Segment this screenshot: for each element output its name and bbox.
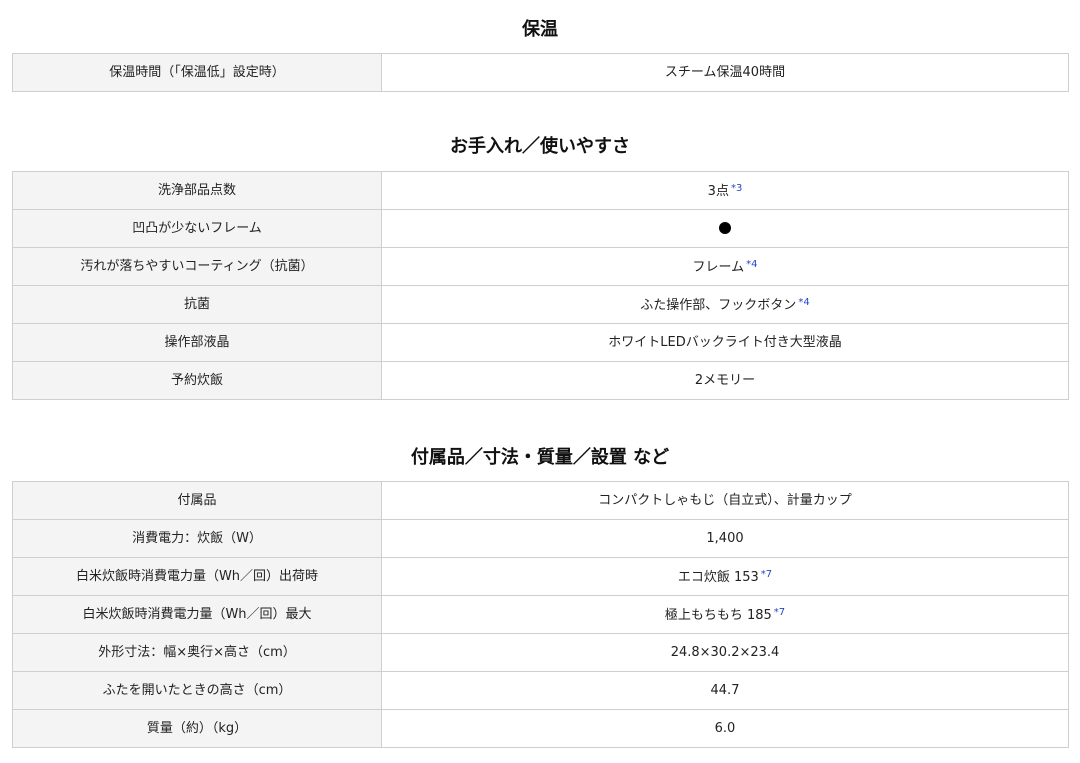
spec-page: 保温 保温時間（「保温低」設定時） スチーム保温40時間 お手入れ／使いやすさ … bbox=[0, 0, 1080, 763]
row-value bbox=[381, 209, 1069, 248]
table-row: 凹凸が少ないフレーム bbox=[12, 209, 1069, 248]
table-row: 洗浄部品点数 3点 *3 bbox=[12, 171, 1069, 210]
spec-table-care-usability: 洗浄部品点数 3点 *3 凹凸が少ないフレーム 汚れが落ちやすいコーティング（抗菌… bbox=[12, 171, 1069, 400]
row-label: 白米炊飯時消費電力量（Wh／回）出荷時 bbox=[12, 557, 382, 596]
row-value: 3点 *3 bbox=[381, 171, 1069, 210]
row-value: 44.7 bbox=[381, 671, 1069, 710]
footnote-link[interactable]: *3 bbox=[731, 183, 742, 194]
row-label: 白米炊飯時消費電力量（Wh／回）最大 bbox=[12, 595, 382, 634]
row-label: 予約炊飯 bbox=[12, 361, 382, 400]
table-row: 付属品 コンパクトしゃもじ（自立式）、計量カップ bbox=[12, 481, 1069, 520]
row-value: エコ炊飯 153 *7 bbox=[381, 557, 1069, 596]
row-value: フレーム *4 bbox=[381, 247, 1069, 286]
row-label: 質量（約）（kg） bbox=[12, 709, 382, 748]
row-value: スチーム保温40時間 bbox=[381, 53, 1069, 92]
spec-table-keep-warm: 保温時間（「保温低」設定時） スチーム保温40時間 bbox=[12, 53, 1069, 92]
row-label: 洗浄部品点数 bbox=[12, 171, 382, 210]
table-row: ふたを開いたときの高さ（cm） 44.7 bbox=[12, 671, 1069, 710]
table-row: 操作部液晶 ホワイトLEDバックライト付き大型液晶 bbox=[12, 323, 1069, 362]
row-value: コンパクトしゃもじ（自立式）、計量カップ bbox=[381, 481, 1069, 520]
table-row: 消費電力：炊飯（W） 1,400 bbox=[12, 519, 1069, 558]
footnote-link[interactable]: *4 bbox=[746, 259, 757, 270]
section-title-care-usability: お手入れ／使いやすさ bbox=[450, 136, 630, 157]
row-value: 2メモリー bbox=[381, 361, 1069, 400]
row-value: ふた操作部、フックボタン *4 bbox=[381, 285, 1069, 324]
table-row: 白米炊飯時消費電力量（Wh／回）出荷時 エコ炊飯 153 *7 bbox=[12, 557, 1069, 596]
section-title-accessories-dimensions: 付属品／寸法・質量／設置 など bbox=[410, 447, 670, 468]
footnote-link[interactable]: *7 bbox=[761, 569, 772, 580]
table-row: 予約炊飯 2メモリー bbox=[12, 361, 1069, 400]
row-value: 6.0 bbox=[381, 709, 1069, 748]
table-row: 質量（約）（kg） 6.0 bbox=[12, 709, 1069, 748]
spec-table-accessories-dimensions: 付属品 コンパクトしゃもじ（自立式）、計量カップ 消費電力：炊飯（W） 1,40… bbox=[12, 481, 1069, 748]
footnote-link[interactable]: *4 bbox=[798, 297, 809, 308]
footnote-link[interactable]: *7 bbox=[774, 607, 785, 618]
row-value: 24.8×30.2×23.4 bbox=[381, 633, 1069, 672]
row-label: ふたを開いたときの高さ（cm） bbox=[12, 671, 382, 710]
row-value: 極上もちもち 185 *7 bbox=[381, 595, 1069, 634]
row-label: 操作部液晶 bbox=[12, 323, 382, 362]
table-row: 白米炊飯時消費電力量（Wh／回）最大 極上もちもち 185 *7 bbox=[12, 595, 1069, 634]
row-label: 消費電力：炊飯（W） bbox=[12, 519, 382, 558]
table-row: 抗菌 ふた操作部、フックボタン *4 bbox=[12, 285, 1069, 324]
row-label: 外形寸法：幅×奥行×高さ（cm） bbox=[12, 633, 382, 672]
row-label: 抗菌 bbox=[12, 285, 382, 324]
table-row: 汚れが落ちやすいコーティング（抗菌） フレーム *4 bbox=[12, 247, 1069, 286]
row-label: 保温時間（「保温低」設定時） bbox=[12, 53, 382, 92]
filled-circle-icon bbox=[719, 222, 731, 234]
row-label: 凹凸が少ないフレーム bbox=[12, 209, 382, 248]
row-value: 1,400 bbox=[381, 519, 1069, 558]
row-label: 汚れが落ちやすいコーティング（抗菌） bbox=[12, 247, 382, 286]
row-value: ホワイトLEDバックライト付き大型液晶 bbox=[381, 323, 1069, 362]
section-title-keep-warm: 保温 bbox=[522, 19, 558, 40]
table-row: 外形寸法：幅×奥行×高さ（cm） 24.8×30.2×23.4 bbox=[12, 633, 1069, 672]
row-label: 付属品 bbox=[12, 481, 382, 520]
table-row: 保温時間（「保温低」設定時） スチーム保温40時間 bbox=[12, 53, 1069, 92]
